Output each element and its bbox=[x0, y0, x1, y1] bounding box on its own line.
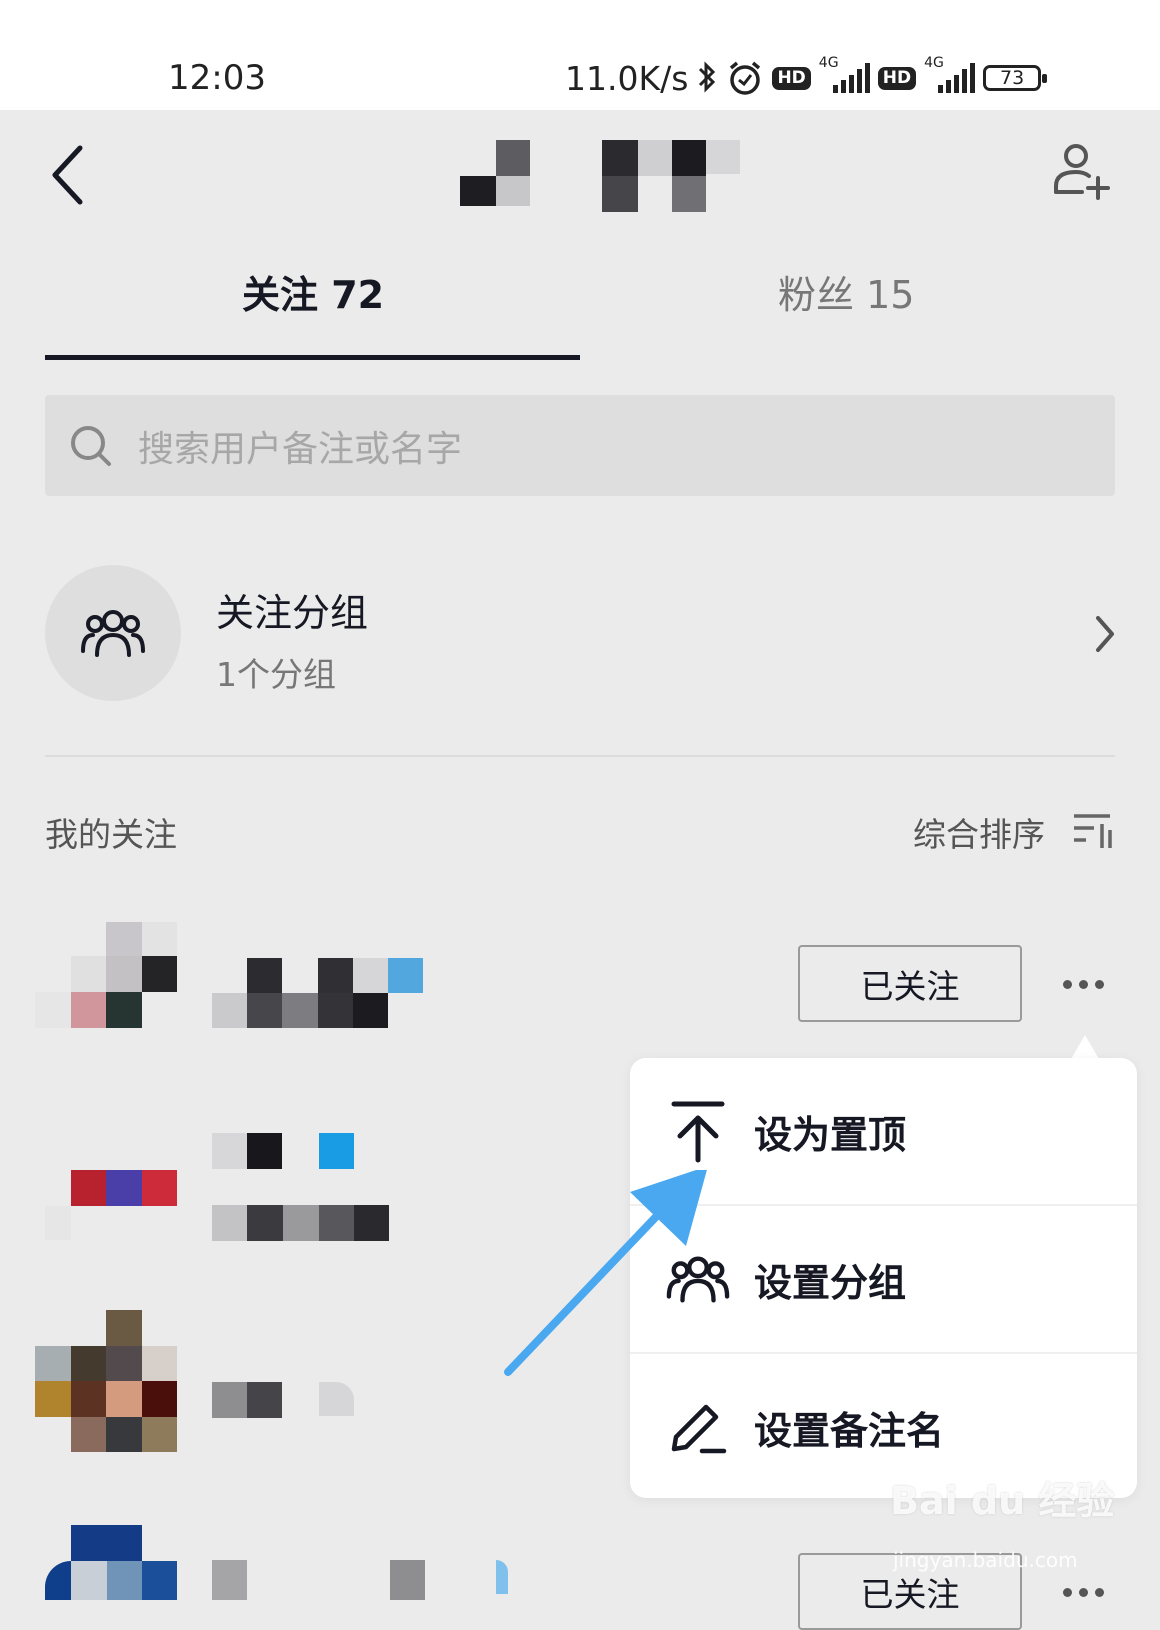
username-mosaic bbox=[212, 958, 427, 1028]
group-title[interactable]: 关注分组 bbox=[216, 582, 368, 637]
menu-item-label: 设置备注名 bbox=[754, 1408, 945, 1453]
hd-badge: HD bbox=[877, 66, 917, 90]
chevron-right-icon[interactable] bbox=[1092, 612, 1120, 656]
avatar[interactable] bbox=[35, 922, 177, 1028]
group-avatar[interactable] bbox=[45, 565, 181, 701]
username-mosaic bbox=[212, 1560, 512, 1600]
username-mosaic bbox=[212, 1382, 357, 1418]
pencil-icon bbox=[666, 1395, 730, 1459]
more-dots-icon[interactable] bbox=[1063, 980, 1104, 989]
group-subtitle: 1个分组 bbox=[216, 655, 336, 694]
menu-item-label: 设置分组 bbox=[754, 1260, 907, 1305]
section-title: 我的关注 bbox=[45, 815, 177, 854]
more-dots-icon[interactable] bbox=[1063, 1588, 1104, 1597]
username-mosaic bbox=[212, 1133, 392, 1241]
annotation-arrow-icon bbox=[504, 1170, 707, 1376]
battery-level: 73 bbox=[1000, 67, 1025, 89]
alarm-icon bbox=[730, 61, 761, 95]
menu-pointer bbox=[1071, 1035, 1099, 1059]
chevron-left-icon[interactable] bbox=[45, 140, 95, 210]
network-speed: 11.0K/s bbox=[565, 58, 689, 98]
status-time: 12:03 bbox=[168, 58, 266, 98]
avatar[interactable] bbox=[35, 1310, 177, 1452]
sort-label[interactable]: 综合排序 bbox=[913, 808, 1045, 856]
status-indicators: 11.0K/s HD 4G HD 4G 73 bbox=[565, 55, 1048, 100]
menu-item-label: 设为置顶 bbox=[754, 1112, 907, 1157]
watermark-logo: Bai du 经验 bbox=[890, 1479, 1115, 1523]
sort-icon[interactable] bbox=[1072, 810, 1116, 850]
tab-following[interactable]: 关注 72 bbox=[242, 270, 384, 320]
tab-followers[interactable]: 粉丝 15 bbox=[778, 270, 914, 320]
tab-active-indicator bbox=[45, 355, 580, 360]
hd-badge: HD bbox=[772, 66, 811, 90]
avatar[interactable] bbox=[45, 1525, 177, 1600]
bluetooth-icon bbox=[699, 61, 716, 93]
followed-button[interactable]: 已关注 bbox=[798, 945, 1022, 1022]
search-icon bbox=[71, 426, 111, 466]
signal-icon: 4G bbox=[819, 55, 870, 93]
battery-icon: 73 bbox=[983, 65, 1048, 91]
divider bbox=[45, 755, 1115, 757]
group-icon bbox=[81, 610, 145, 657]
avatar[interactable] bbox=[45, 1115, 177, 1240]
search-placeholder: 搜索用户备注或名字 bbox=[138, 429, 463, 470]
profile-name-mosaic bbox=[460, 140, 745, 212]
pin-top-icon bbox=[666, 1099, 730, 1163]
add-user-icon[interactable] bbox=[1048, 140, 1118, 205]
signal-icon: 4G bbox=[924, 55, 976, 93]
watermark-url: jingyan.baidu.com bbox=[893, 1548, 1078, 1572]
